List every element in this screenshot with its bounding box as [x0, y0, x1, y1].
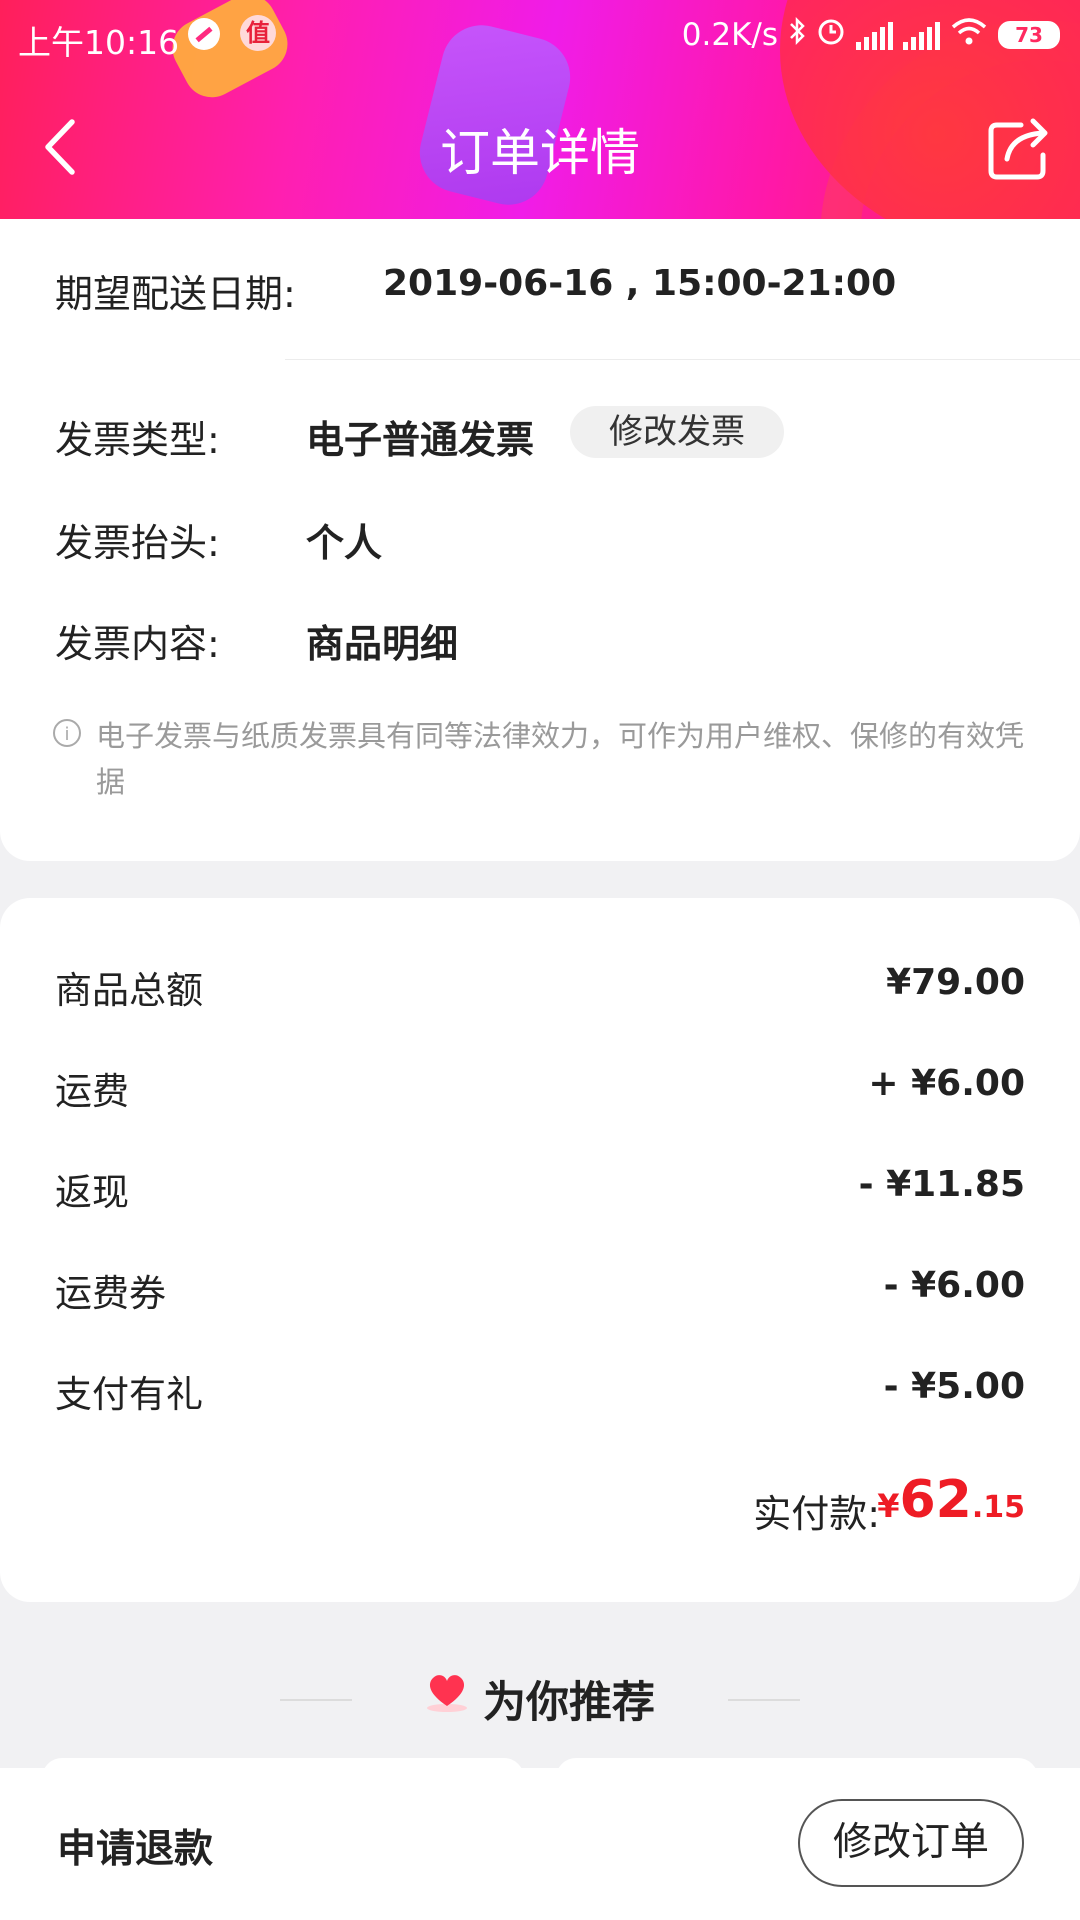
alarm-icon: [816, 16, 846, 54]
amount-label: 支付有礼: [55, 1373, 203, 1416]
status-time: 上午10:16: [18, 23, 180, 62]
amount-label: 运费券: [55, 1272, 166, 1315]
invoice-note: 电子发票与纸质发票具有同等法律效力，可作为用户维权、保修的有效凭据: [96, 719, 1025, 799]
info-icon: i: [53, 719, 81, 747]
signal-icon: [856, 20, 893, 50]
bottom-action-bar: 申请退款 修改订单: [0, 1768, 1080, 1920]
delivery-date-value: 2019-06-16 , 15:00-21:00: [383, 263, 897, 304]
amount-card: 商品总额 ¥79.00 运费 + ¥6.00 返现 - ¥11.85 运费券 -…: [0, 898, 1080, 1602]
amount-value: ¥79.00: [886, 962, 1025, 1003]
invoice-type-label: 发票类型:: [55, 418, 220, 462]
bluetooth-icon: [788, 16, 806, 54]
total-label: 实付款:: [753, 1492, 880, 1536]
total-decimal: .15: [971, 1490, 1025, 1525]
invoice-title-label: 发票抬头:: [55, 521, 220, 565]
app-badge-icon: 值: [240, 15, 276, 51]
amount-label: 返现: [55, 1171, 129, 1214]
amount-label: 运费: [55, 1070, 129, 1113]
divider: [728, 1699, 800, 1701]
invoice-content-value: 商品明细: [306, 622, 459, 666]
status-bar: 上午10:16 值 0.2K/s 73: [0, 0, 1080, 72]
refund-button[interactable]: 申请退款: [57, 1818, 213, 1874]
amount-value: + ¥6.00: [868, 1063, 1025, 1104]
do-not-disturb-icon: [188, 18, 220, 50]
invoice-type-value: 电子普通发票: [306, 418, 535, 462]
invoice-card: 期望配送日期: 2019-06-16 , 15:00-21:00 发票类型: 电…: [0, 219, 1080, 861]
total-amount: ¥62.15: [877, 1470, 1025, 1530]
wifi-icon: [950, 16, 988, 54]
total-integer: 62: [899, 1470, 972, 1530]
modify-order-button[interactable]: 修改订单: [798, 1799, 1024, 1887]
header: 上午10:16 值 0.2K/s 73 订单详情: [0, 0, 1080, 219]
delivery-date-label: 期望配送日期:: [55, 272, 296, 316]
invoice-content-label: 发票内容:: [55, 622, 220, 666]
heart-icon: [425, 1672, 469, 1712]
currency-symbol: ¥: [877, 1487, 900, 1525]
battery-icon: 73: [998, 21, 1060, 49]
amount-value: - ¥5.00: [883, 1366, 1025, 1407]
edit-invoice-button[interactable]: 修改发票: [570, 406, 784, 458]
share-icon: [988, 118, 1048, 180]
divider: [280, 1699, 352, 1701]
share-button[interactable]: [985, 113, 1055, 183]
divider: [285, 359, 1080, 360]
page-title: 订单详情: [440, 124, 640, 182]
amount-value: - ¥11.85: [858, 1164, 1025, 1205]
invoice-title-value: 个人: [306, 521, 383, 565]
amount-label: 商品总额: [55, 969, 203, 1012]
amount-value: - ¥6.00: [883, 1265, 1025, 1306]
recommend-title: 为你推荐: [483, 1678, 655, 1728]
signal-icon: [903, 20, 940, 50]
network-speed: 0.2K/s: [681, 17, 778, 53]
status-indicators: 0.2K/s 73: [682, 16, 1060, 54]
